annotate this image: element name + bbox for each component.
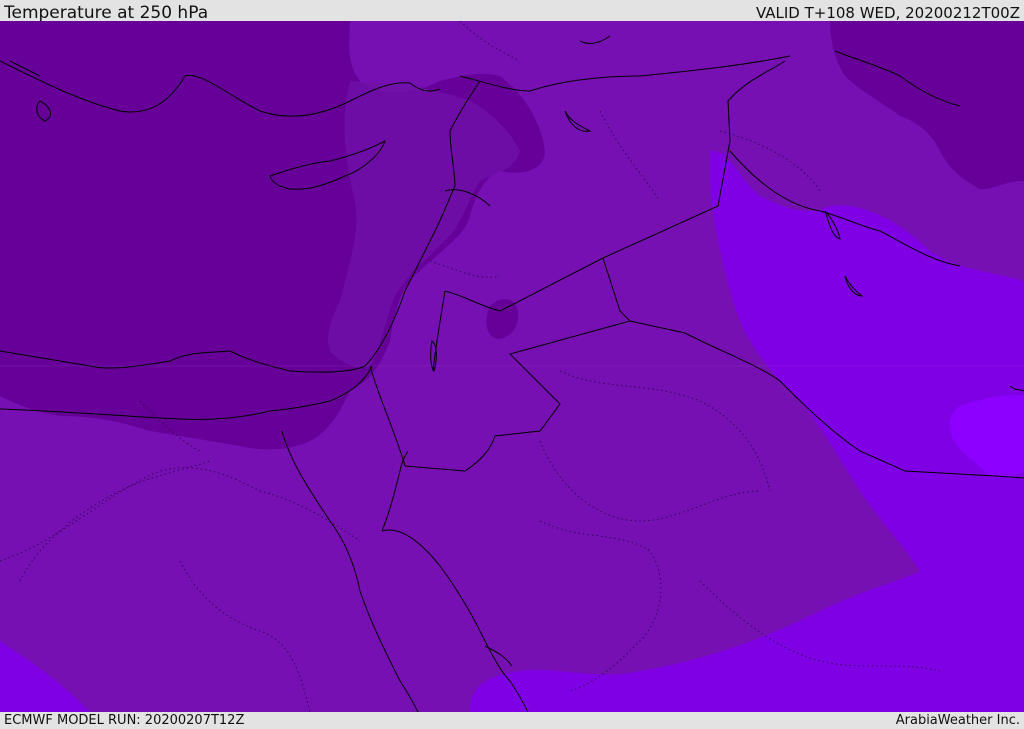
credit-label: ArabiaWeather Inc.: [895, 713, 1020, 728]
model-run-label: ECMWF MODEL RUN: 20200207T12Z: [4, 713, 245, 728]
header-bar: Temperature at 250 hPa VALID T+108 WED, …: [0, 0, 1024, 23]
footer-bar: ECMWF MODEL RUN: 20200207T12Z ArabiaWeat…: [0, 712, 1024, 729]
map-title: Temperature at 250 hPa: [4, 3, 209, 23]
temperature-map[interactable]: [0, 21, 1024, 712]
valid-time-label: VALID T+108 WED, 20200212T00Z: [755, 4, 1020, 22]
